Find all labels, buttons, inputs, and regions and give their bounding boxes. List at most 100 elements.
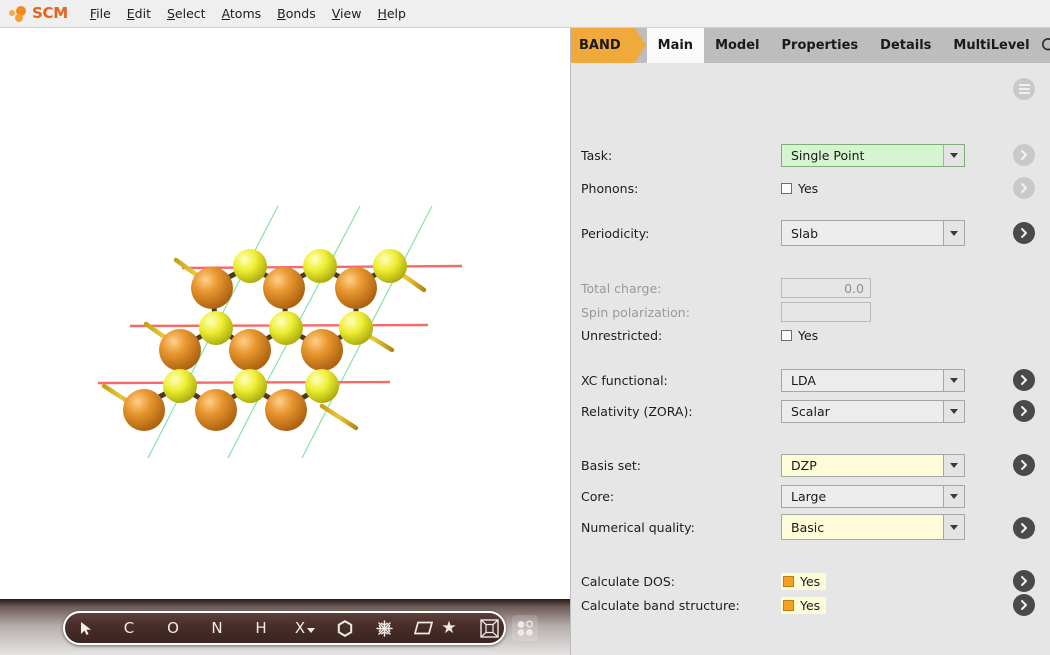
slab-structure <box>0 28 570 599</box>
program-tab-label: BAND <box>579 38 621 53</box>
select-cursor-tool[interactable] <box>73 615 99 641</box>
xc-functional-value: LDA <box>782 373 943 388</box>
calculate-dos-more-button[interactable] <box>1013 570 1035 592</box>
field-total-charge: Total charge: 0.0 <box>571 276 1050 300</box>
bounding-box-tool[interactable] <box>476 615 502 641</box>
field-periodicity-label: Periodicity: <box>581 226 649 241</box>
field-spin-polarization-label: Spin polarization: <box>581 305 690 320</box>
menu-view[interactable]: View <box>324 3 370 24</box>
numerical-quality-more-button[interactable] <box>1013 517 1035 539</box>
oxygen-tool[interactable]: O <box>160 615 186 641</box>
numerical-quality-dropdown[interactable]: Basic <box>781 514 965 540</box>
task-dropdown[interactable]: Single Point <box>781 144 965 167</box>
periodicity-value: Slab <box>782 226 943 241</box>
spin-polarization-input[interactable] <box>781 302 871 322</box>
nitrogen-tool[interactable]: N <box>204 615 230 641</box>
plane-tool[interactable] <box>410 615 436 641</box>
field-basis-set: Basis set: DZP <box>571 453 1050 477</box>
search-icon[interactable] <box>1041 28 1050 63</box>
basis-set-dropdown[interactable]: DZP <box>781 454 965 477</box>
task-more-button[interactable] <box>1013 144 1035 166</box>
field-calculate-dos: Calculate DOS: Yes <box>571 569 1050 593</box>
phonons-checkbox[interactable]: Yes <box>781 181 818 196</box>
tab-multilevel[interactable]: MultiLevel <box>942 28 1040 63</box>
field-task-label: Task: <box>581 148 612 163</box>
ring-tool[interactable] <box>332 615 358 641</box>
settings-form: Task: Single Point Phonons: Yes <box>571 63 1050 655</box>
tab-details[interactable]: Details <box>869 28 942 63</box>
relativity-value: Scalar <box>782 404 943 419</box>
tab-main[interactable]: Main <box>647 28 704 63</box>
phonons-checkbox-label: Yes <box>798 181 818 196</box>
chevron-down-icon[interactable] <box>943 221 964 245</box>
snowflake-tool[interactable] <box>371 615 397 641</box>
menu-file[interactable]: File <box>82 3 119 24</box>
chevron-down-icon[interactable] <box>943 486 964 507</box>
field-relativity-label: Relativity (ZORA): <box>581 404 693 419</box>
core-dropdown[interactable]: Large <box>781 485 965 508</box>
menu-help[interactable]: Help <box>369 3 414 24</box>
lattice-points-tool[interactable] <box>512 615 538 641</box>
checkbox-box[interactable] <box>783 576 794 587</box>
core-value: Large <box>782 489 943 504</box>
field-periodicity: Periodicity: Slab <box>571 221 1050 245</box>
menu-bar: SCM File Edit Select Atoms Bonds View He… <box>0 0 1050 28</box>
field-numerical-quality-label: Numerical quality: <box>581 520 695 535</box>
program-tab-band[interactable]: BAND <box>571 28 635 63</box>
checkbox-box[interactable] <box>781 183 792 194</box>
basis-set-value: DZP <box>782 458 943 473</box>
tab-bar: BAND Main Model Properties Details Multi… <box>571 28 1050 63</box>
checkbox-box[interactable] <box>783 600 794 611</box>
checkbox-box[interactable] <box>781 330 792 341</box>
tab-model[interactable]: Model <box>704 28 770 63</box>
calculate-band-structure-checkbox-label: Yes <box>800 598 820 613</box>
menu-atoms[interactable]: Atoms <box>214 3 270 24</box>
chevron-down-icon[interactable] <box>943 145 964 166</box>
periodicity-more-button[interactable] <box>1013 222 1035 244</box>
xc-functional-more-button[interactable] <box>1013 369 1035 391</box>
scm-logo-text: SCM <box>32 6 68 21</box>
unrestricted-checkbox[interactable]: Yes <box>781 328 818 343</box>
carbon-tool[interactable]: C <box>116 615 142 641</box>
field-xc-functional-label: XC functional: <box>581 373 668 388</box>
drawing-toolbar[interactable]: C O N H X ★ <box>63 611 506 645</box>
basis-set-more-button[interactable] <box>1013 454 1035 476</box>
chevron-down-icon[interactable] <box>943 515 964 539</box>
calculate-dos-checkbox-label: Yes <box>800 574 820 589</box>
numerical-quality-value: Basic <box>782 520 943 535</box>
field-phonons-label: Phonons: <box>581 181 638 196</box>
field-calculate-dos-label: Calculate DOS: <box>581 574 675 589</box>
menu-bonds[interactable]: Bonds <box>269 3 324 24</box>
field-spin-polarization: Spin polarization: <box>571 300 1050 324</box>
molecule-viewport[interactable] <box>0 28 570 599</box>
total-charge-input[interactable]: 0.0 <box>781 278 871 298</box>
phonons-more-button[interactable] <box>1013 177 1035 199</box>
menu-edit[interactable]: Edit <box>119 3 159 24</box>
menu-select[interactable]: Select <box>159 3 214 24</box>
periodicity-dropdown[interactable]: Slab <box>781 220 965 246</box>
scm-logo[interactable]: SCM <box>8 3 68 25</box>
chevron-down-icon[interactable] <box>943 455 964 476</box>
calculate-band-structure-checkbox[interactable]: Yes <box>781 597 826 614</box>
field-calculate-band-structure-label: Calculate band structure: <box>581 598 740 613</box>
element-picker-tool[interactable]: X <box>292 615 318 641</box>
chevron-down-icon[interactable] <box>943 370 964 391</box>
field-unrestricted-label: Unrestricted: <box>581 328 662 343</box>
field-xc-functional: XC functional: LDA <box>571 368 1050 392</box>
favorite-tool[interactable]: ★ <box>436 615 462 641</box>
relativity-more-button[interactable] <box>1013 400 1035 422</box>
chevron-down-icon[interactable] <box>943 401 964 422</box>
xc-functional-dropdown[interactable]: LDA <box>781 369 965 392</box>
element-picker-label: X <box>295 619 305 637</box>
field-calculate-band-structure: Calculate band structure: Yes <box>571 593 1050 617</box>
hydrogen-tool[interactable]: H <box>248 615 274 641</box>
relativity-dropdown[interactable]: Scalar <box>781 400 965 423</box>
tab-properties[interactable]: Properties <box>771 28 870 63</box>
field-total-charge-label: Total charge: <box>581 281 661 296</box>
task-value: Single Point <box>782 148 943 163</box>
field-basis-set-label: Basis set: <box>581 458 641 473</box>
hamburger-icon[interactable] <box>1013 78 1035 100</box>
chevron-down-icon <box>307 628 315 633</box>
calculate-band-structure-more-button[interactable] <box>1013 594 1035 616</box>
calculate-dos-checkbox[interactable]: Yes <box>781 573 826 590</box>
